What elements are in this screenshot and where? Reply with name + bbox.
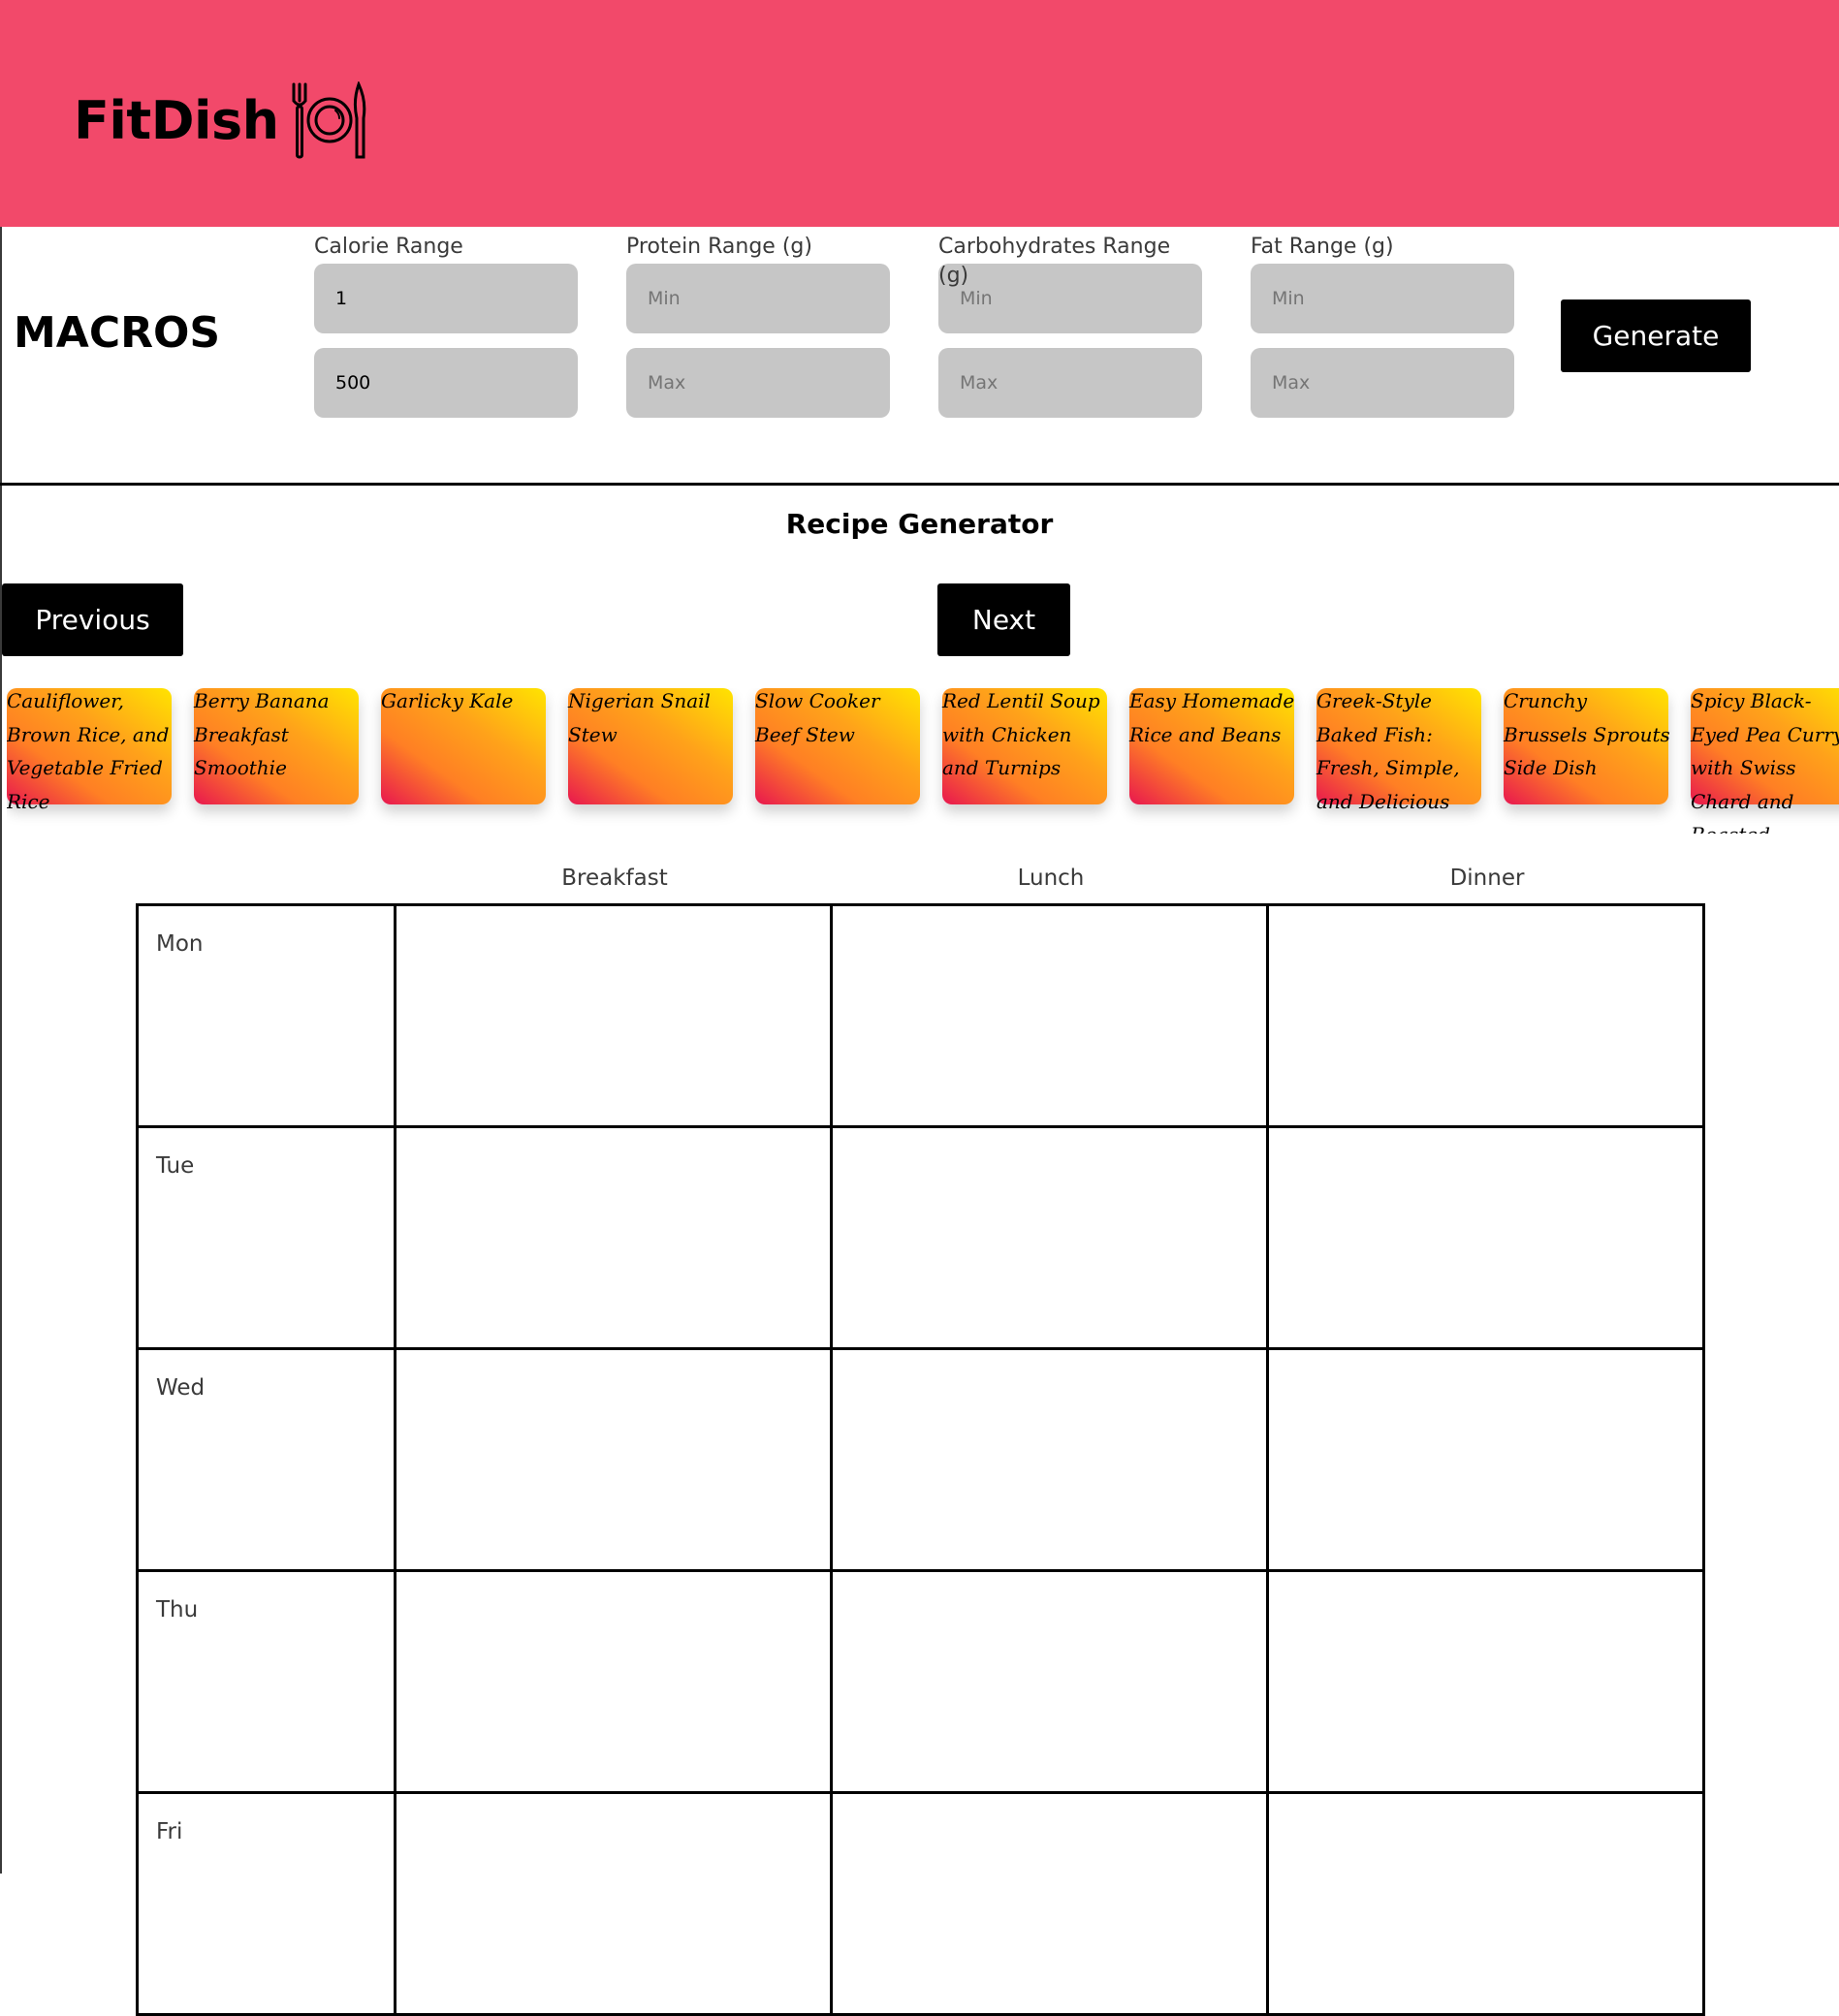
- breakfast-slot[interactable]: [394, 1347, 833, 1572]
- recipe-card-title: Garlicky Kale: [381, 689, 514, 712]
- macros-title: MACROS: [14, 308, 221, 358]
- recipe-generator-title: Recipe Generator: [785, 508, 1054, 540]
- protein-max-input[interactable]: [626, 348, 890, 418]
- app-logo[interactable]: FitDish: [74, 78, 366, 163]
- next-button[interactable]: Next: [937, 583, 1070, 656]
- protein-range-label: Protein Range (g): [626, 235, 812, 259]
- recipe-card-title: Nigerian Snail Stew: [568, 689, 711, 746]
- recipe-card[interactable]: Easy Homemade Rice and Beans: [1129, 688, 1294, 804]
- table-row: Mon: [136, 903, 1705, 1128]
- recipe-card-title: Slow Cooker Beef Stew: [755, 689, 880, 746]
- recipe-card[interactable]: Cauliflower, Brown Rice, and Vegetable F…: [7, 688, 172, 813]
- recipe-card[interactable]: Greek-Style Baked Fish: Fresh, Simple, a…: [1316, 688, 1481, 813]
- recipe-card-title: Crunchy Brussels Sprouts Side Dish: [1504, 689, 1670, 779]
- calorie-range-label: Calorie Range: [314, 235, 463, 259]
- breakfast-slot[interactable]: [394, 1569, 833, 1794]
- breakfast-slot[interactable]: [394, 1791, 833, 2016]
- column-header-breakfast: Breakfast: [561, 866, 668, 891]
- carbohydrates-max-input[interactable]: [938, 348, 1202, 418]
- dinner-slot[interactable]: [1266, 903, 1705, 1128]
- breakfast-slot[interactable]: [394, 1125, 833, 1350]
- calorie-range-group: Calorie Range: [314, 233, 578, 418]
- recipe-card[interactable]: Crunchy Brussels Sprouts Side Dish: [1504, 688, 1670, 804]
- lunch-slot[interactable]: [830, 1347, 1269, 1572]
- carbohydrates-min-input[interactable]: [938, 264, 1202, 333]
- recipe-card[interactable]: Berry Banana Breakfast Smoothie: [194, 688, 359, 804]
- carbohydrates-range-group: Carbohydrates Range (g): [938, 233, 1202, 418]
- previous-button[interactable]: Previous: [2, 583, 183, 656]
- day-cell: Mon: [136, 903, 396, 1128]
- section-divider: [0, 483, 1839, 486]
- day-cell: Wed: [136, 1347, 396, 1572]
- dinner-slot[interactable]: [1266, 1791, 1705, 2016]
- recipe-card-title: Cauliflower, Brown Rice, and Vegetable F…: [7, 689, 170, 813]
- day-cell: Tue: [136, 1125, 396, 1350]
- recipe-card-title: Red Lentil Soup with Chicken and Turnips: [942, 689, 1100, 779]
- meal-plan-table: Mon Tue Wed Thu Fri: [136, 903, 1705, 2016]
- table-row: Fri: [136, 1791, 1705, 2016]
- recipe-cards-carousel: Cauliflower, Brown Rice, and Vegetable F…: [7, 688, 1839, 834]
- window-edge: [0, 0, 2, 1874]
- day-cell: Thu: [136, 1569, 396, 1794]
- recipe-card[interactable]: Slow Cooker Beef Stew: [755, 688, 920, 804]
- breakfast-slot[interactable]: [394, 903, 833, 1128]
- lunch-slot[interactable]: [830, 1125, 1269, 1350]
- fat-range-label: Fat Range (g): [1251, 235, 1394, 259]
- dinner-slot[interactable]: [1266, 1347, 1705, 1572]
- plate-fork-knife-icon: [292, 81, 365, 159]
- header-bar: FitDish: [0, 0, 1839, 227]
- day-label: Fri: [156, 1819, 183, 1844]
- recipe-card-title: Easy Homemade Rice and Beans: [1129, 689, 1295, 746]
- dinner-slot[interactable]: [1266, 1569, 1705, 1794]
- table-row: Wed: [136, 1347, 1705, 1572]
- recipe-card[interactable]: Red Lentil Soup with Chicken and Turnips: [942, 688, 1107, 804]
- lunch-slot[interactable]: [830, 903, 1269, 1128]
- lunch-slot[interactable]: [830, 1569, 1269, 1794]
- recipe-card[interactable]: Spicy Black-Eyed Pea Curry with Swiss Ch…: [1691, 688, 1839, 834]
- recipe-card[interactable]: Garlicky Kale: [381, 688, 546, 804]
- lunch-slot[interactable]: [830, 1791, 1269, 2016]
- app-name: FitDish: [74, 89, 279, 151]
- day-label: Thu: [156, 1597, 199, 1622]
- dinner-slot[interactable]: [1266, 1125, 1705, 1350]
- protein-min-input[interactable]: [626, 264, 890, 333]
- table-row: Thu: [136, 1569, 1705, 1794]
- protein-range-group: Protein Range (g): [626, 233, 890, 418]
- calorie-min-input[interactable]: [314, 264, 578, 333]
- recipe-card-title: Greek-Style Baked Fish: Fresh, Simple, a…: [1316, 689, 1460, 813]
- recipe-card-title: Berry Banana Breakfast Smoothie: [194, 689, 330, 779]
- day-cell: Fri: [136, 1791, 396, 2016]
- generate-button[interactable]: Generate: [1561, 299, 1751, 372]
- recipe-card[interactable]: Nigerian Snail Stew: [568, 688, 733, 804]
- column-header-dinner: Dinner: [1449, 866, 1525, 891]
- column-header-lunch: Lunch: [1017, 866, 1085, 891]
- day-label: Wed: [156, 1375, 206, 1401]
- table-row: Tue: [136, 1125, 1705, 1350]
- fat-range-group: Fat Range (g): [1251, 233, 1514, 418]
- day-label: Mon: [156, 931, 204, 957]
- calorie-max-input[interactable]: [314, 348, 578, 418]
- day-label: Tue: [156, 1153, 195, 1179]
- fat-max-input[interactable]: [1251, 348, 1514, 418]
- fat-min-input[interactable]: [1251, 264, 1514, 333]
- carbohydrates-range-label: Carbohydrates Range (g): [938, 235, 1171, 288]
- recipe-card-title: Spicy Black-Eyed Pea Curry with Swiss Ch…: [1691, 689, 1839, 834]
